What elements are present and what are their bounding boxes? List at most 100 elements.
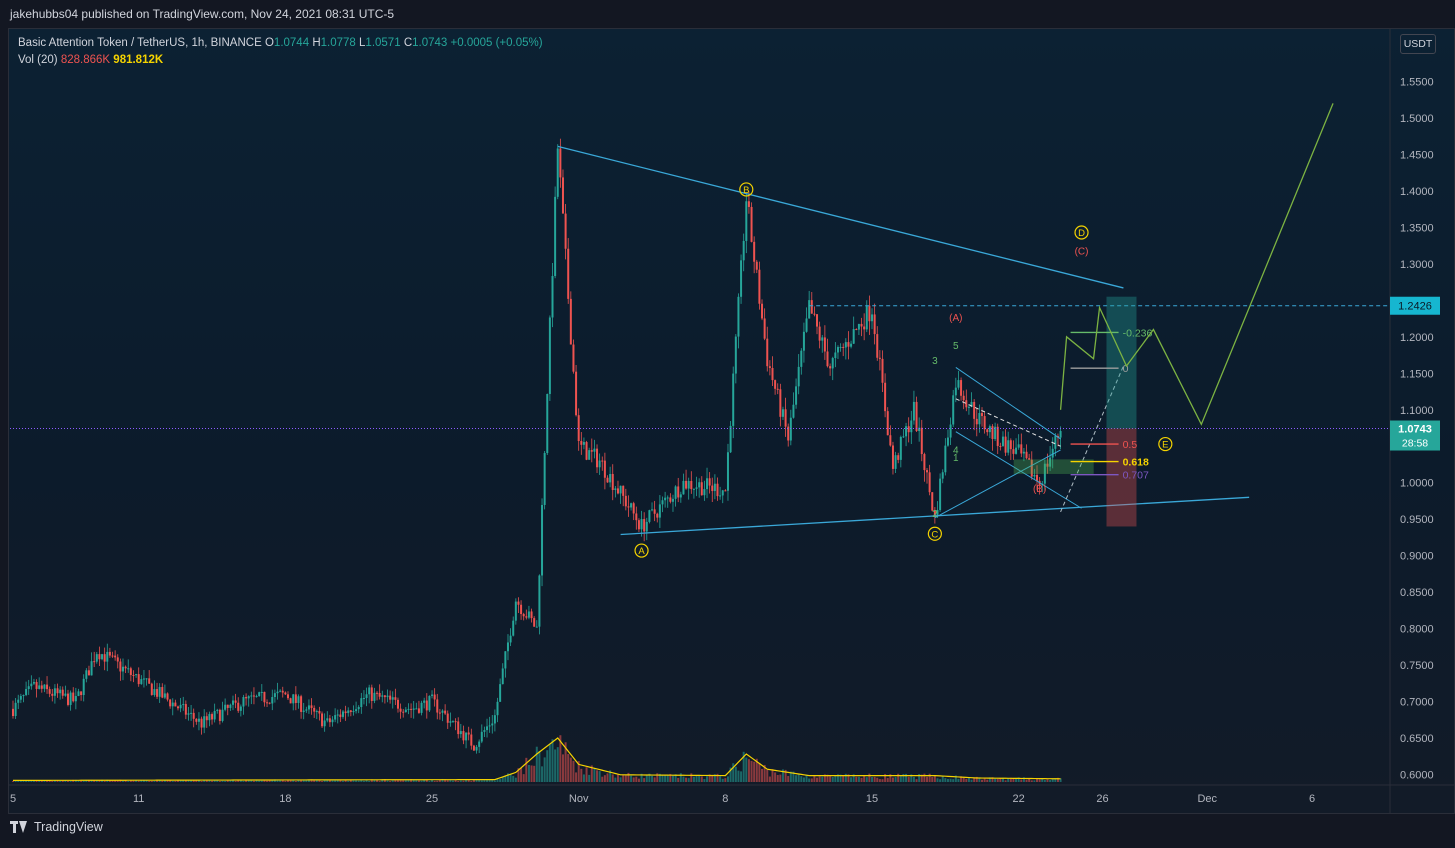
volume-bar xyxy=(103,781,106,782)
price-chart[interactable]: 1.55001.50001.45001.40001.35001.30001.25… xyxy=(0,0,1455,848)
candle-body xyxy=(514,601,517,621)
candle-body xyxy=(166,693,169,700)
fib-level-label: 0.618 xyxy=(1123,457,1149,469)
candle-body xyxy=(114,655,117,658)
candle-body xyxy=(755,261,758,270)
volume-bar xyxy=(619,777,622,782)
candle-body xyxy=(795,386,798,405)
candle-body xyxy=(763,318,766,339)
footer-brand[interactable]: TradingView xyxy=(34,820,103,834)
candle-body xyxy=(182,704,185,706)
y-tick-label: 1.0000 xyxy=(1400,478,1434,490)
candle-body xyxy=(891,445,894,469)
volume-bar xyxy=(871,776,874,782)
volume-bar xyxy=(981,779,984,782)
volume-bar xyxy=(224,780,227,782)
y-tick-label: 0.9500 xyxy=(1400,514,1434,526)
candle-body xyxy=(797,366,800,387)
candle-body xyxy=(74,695,77,702)
candle-body xyxy=(656,513,659,518)
candle-body xyxy=(525,616,528,618)
candle-body xyxy=(671,498,674,502)
volume-bar xyxy=(622,774,625,782)
candle-body xyxy=(829,366,832,369)
volume-bar xyxy=(813,775,816,782)
candle-body xyxy=(19,696,22,700)
volume-bar xyxy=(433,780,436,782)
candle-body xyxy=(72,692,75,702)
candle-body xyxy=(949,424,952,438)
volume-bar xyxy=(795,775,798,782)
candle-body xyxy=(145,678,148,680)
candle-body xyxy=(889,435,892,446)
volume-bar xyxy=(297,780,300,782)
change-value: +0.0005 (+0.05%) xyxy=(450,37,543,49)
volume-label[interactable]: Vol (20) xyxy=(18,54,58,66)
wave-label-text: A xyxy=(638,546,645,557)
candle-body xyxy=(957,380,960,388)
candle-body xyxy=(732,373,735,426)
candle-body xyxy=(897,455,900,460)
volume-bar xyxy=(876,777,879,782)
volume-bar xyxy=(737,770,740,782)
candle-body xyxy=(457,721,460,735)
currency-button[interactable]: USDT xyxy=(1400,34,1436,54)
candle-body xyxy=(368,687,371,695)
candle-body xyxy=(622,485,625,496)
candle-body xyxy=(370,687,373,701)
volume-bar xyxy=(1046,779,1049,782)
candle-body xyxy=(95,654,98,662)
candle-body xyxy=(328,718,331,723)
candle-body xyxy=(873,314,876,335)
trendline xyxy=(557,145,1124,289)
symbol-title[interactable]: Basic Attention Token / TetherUS, 1h, BI… xyxy=(18,37,262,49)
volume-bar xyxy=(386,780,389,782)
volume-bar xyxy=(281,780,284,782)
volume-bar xyxy=(899,776,902,782)
volume-bar xyxy=(949,778,952,782)
candle-body xyxy=(522,614,525,617)
volume-bar xyxy=(331,780,334,782)
volume-bar xyxy=(200,780,203,782)
candle-body xyxy=(266,702,269,704)
candle-body xyxy=(276,691,279,694)
volume-bar xyxy=(341,780,344,782)
candle-body xyxy=(98,654,101,660)
volume-bar xyxy=(761,768,764,782)
volume-bar xyxy=(355,780,358,782)
candle-body xyxy=(986,429,989,433)
candle-body xyxy=(740,260,743,297)
volume-bar xyxy=(446,780,449,782)
candle-body xyxy=(467,732,470,735)
wave-label-d: D xyxy=(1074,225,1089,240)
volume-bar xyxy=(470,780,473,782)
candle-body xyxy=(651,509,654,511)
candle-body xyxy=(268,702,271,704)
volume-bar xyxy=(302,780,305,782)
x-tick-label: Dec xyxy=(1197,793,1217,805)
volume-bar xyxy=(651,775,654,782)
volume-bar xyxy=(59,780,62,782)
candle-body xyxy=(551,276,554,318)
candle-body xyxy=(946,437,949,446)
volume-bar xyxy=(352,780,355,782)
candle-body xyxy=(1004,436,1007,453)
volume-bar xyxy=(51,780,54,782)
volume-bar xyxy=(939,779,942,782)
candle-body xyxy=(211,714,214,720)
candle-body xyxy=(289,698,292,704)
candle-body xyxy=(1036,474,1039,481)
volume-bar xyxy=(643,778,646,782)
candle-body xyxy=(250,695,253,697)
candle-body xyxy=(520,604,523,615)
y-tick-label: 0.8000 xyxy=(1400,624,1434,636)
volume-bar xyxy=(527,764,530,782)
candle-body xyxy=(284,692,287,695)
volume-bar xyxy=(996,778,999,782)
volume-bar xyxy=(753,761,756,782)
candle-body xyxy=(205,716,208,721)
candle-body xyxy=(176,706,179,709)
close-value: 1.0743 xyxy=(412,37,448,49)
candle-body xyxy=(349,710,352,712)
volume-bar xyxy=(994,778,997,782)
